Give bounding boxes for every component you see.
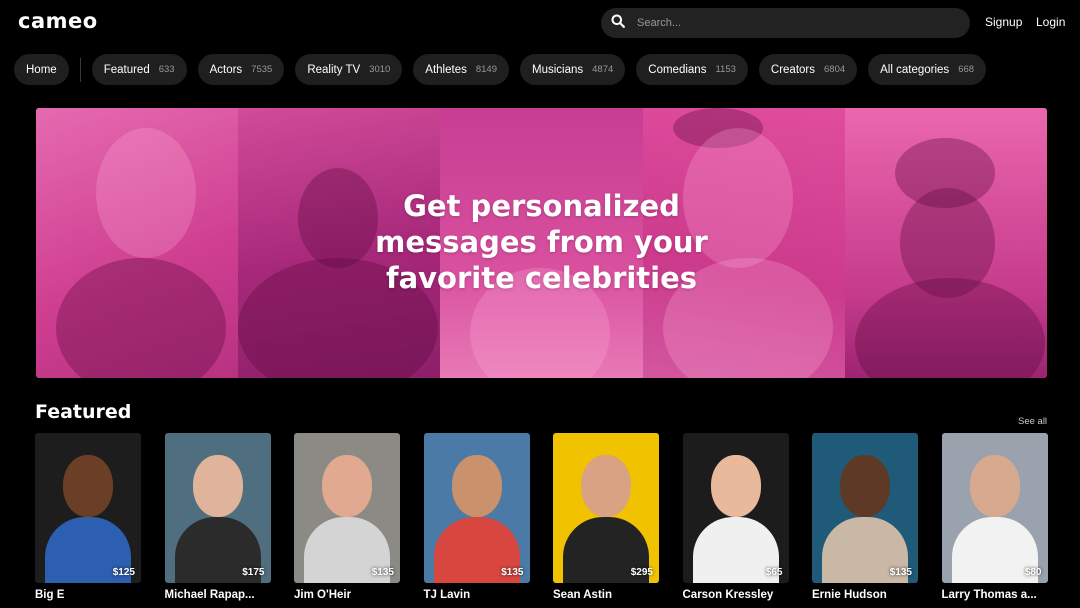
talent-price: $135 bbox=[501, 567, 524, 578]
talent-card[interactable]: $80 Larry Thomas a... bbox=[941, 433, 1048, 608]
category-bar: Home Featured 633 Actors 7535 Reality TV 30… bbox=[14, 54, 997, 85]
search-bar[interactable] bbox=[601, 8, 970, 38]
talent-name[interactable]: Larry Thomas a... bbox=[942, 589, 1037, 601]
category-actors[interactable]: Actors 7535 bbox=[197, 54, 285, 85]
category-divider bbox=[79, 57, 81, 82]
category-count: 4874 bbox=[592, 64, 614, 75]
hero-banner[interactable]: Get personalized messages from your favo… bbox=[36, 108, 1047, 378]
category-athletes[interactable]: Athletes 8149 bbox=[413, 54, 509, 85]
talent-photo[interactable]: $135 bbox=[423, 433, 530, 583]
category-label: Comedians bbox=[648, 63, 707, 76]
hero-headline-line: favorite celebrities bbox=[385, 261, 698, 295]
talent-card[interactable]: $295 Sean Astin bbox=[553, 433, 659, 608]
talent-name[interactable]: Big E bbox=[35, 589, 64, 601]
talent-price: $80 bbox=[1024, 567, 1042, 578]
category-reality-tv[interactable]: Reality TV 3010 bbox=[295, 54, 403, 85]
talent-name[interactable]: Ernie Hudson bbox=[812, 589, 887, 601]
category-label: Actors bbox=[209, 63, 243, 76]
category-label: Home bbox=[26, 63, 57, 76]
category-count: 3010 bbox=[369, 64, 391, 75]
talent-price: $65 bbox=[765, 567, 783, 578]
talent-photo[interactable]: $175 bbox=[164, 433, 271, 583]
talent-card[interactable]: $175 Michael Rapap... bbox=[164, 433, 271, 608]
hero-headline-line: Get personalized bbox=[403, 189, 680, 223]
talent-name[interactable]: TJ Lavin bbox=[424, 589, 471, 601]
category-count: 6804 bbox=[824, 64, 846, 75]
signup-link[interactable]: Signup bbox=[985, 15, 1022, 29]
category-featured[interactable]: Featured 633 bbox=[91, 54, 187, 85]
talent-card[interactable]: $135 Jim O'Heir bbox=[294, 433, 400, 608]
category-label: Musicians bbox=[532, 63, 584, 76]
talent-name[interactable]: Sean Astin bbox=[553, 589, 612, 601]
category-home[interactable]: Home bbox=[14, 54, 69, 85]
category-label: Featured bbox=[103, 63, 150, 76]
category-label: Athletes bbox=[425, 63, 467, 76]
hero-headline-line: messages from your bbox=[375, 225, 708, 259]
talent-photo[interactable]: $295 bbox=[553, 433, 659, 583]
featured-cards: $125 Big E $175 Michael Rapap... $135 Jim O'H… bbox=[35, 433, 1048, 608]
talent-card[interactable]: $135 TJ Lavin bbox=[423, 433, 530, 608]
talent-name[interactable]: Carson Kressley bbox=[683, 589, 774, 601]
category-label: Reality TV bbox=[307, 63, 361, 76]
talent-photo[interactable]: $135 bbox=[812, 433, 918, 583]
search-input[interactable] bbox=[637, 17, 937, 29]
talent-photo[interactable]: $135 bbox=[294, 433, 400, 583]
talent-name[interactable]: Michael Rapap... bbox=[165, 589, 255, 601]
cameo-logo[interactable]: cameo bbox=[18, 9, 98, 33]
category-comedians[interactable]: Comedians 1153 bbox=[636, 54, 748, 85]
talent-price: $125 bbox=[112, 567, 135, 578]
category-label: All categories bbox=[880, 63, 950, 76]
category-creators[interactable]: Creators 6804 bbox=[758, 54, 858, 85]
talent-photo[interactable]: $65 bbox=[682, 433, 789, 583]
talent-name[interactable]: Jim O'Heir bbox=[294, 589, 351, 601]
login-link[interactable]: Login bbox=[1036, 15, 1065, 29]
talent-card[interactable]: $135 Ernie Hudson bbox=[812, 433, 918, 608]
talent-price: $135 bbox=[889, 567, 912, 578]
talent-price: $135 bbox=[371, 567, 394, 578]
talent-price: $295 bbox=[630, 567, 653, 578]
top-bar: cameo Signup Login bbox=[0, 0, 1080, 46]
talent-photo[interactable]: $125 bbox=[35, 433, 141, 583]
category-count: 668 bbox=[958, 64, 975, 75]
hero-headline: Get personalized messages from your favo… bbox=[36, 188, 1047, 296]
talent-photo[interactable]: $80 bbox=[941, 433, 1048, 583]
category-musicians[interactable]: Musicians 4874 bbox=[520, 54, 626, 85]
talent-card[interactable]: $125 Big E bbox=[35, 433, 141, 608]
category-count: 1153 bbox=[715, 64, 736, 75]
search-icon bbox=[611, 14, 625, 33]
talent-card[interactable]: $65 Carson Kressley bbox=[682, 433, 789, 608]
category-label: Creators bbox=[770, 63, 815, 76]
featured-title: Featured bbox=[35, 401, 132, 423]
category-count: 7535 bbox=[251, 64, 273, 75]
talent-price: $175 bbox=[242, 567, 265, 578]
category-all[interactable]: All categories 668 bbox=[868, 54, 987, 85]
see-all-link[interactable]: See all bbox=[1018, 416, 1047, 427]
category-count: 633 bbox=[158, 64, 175, 75]
category-count: 8149 bbox=[475, 64, 497, 75]
